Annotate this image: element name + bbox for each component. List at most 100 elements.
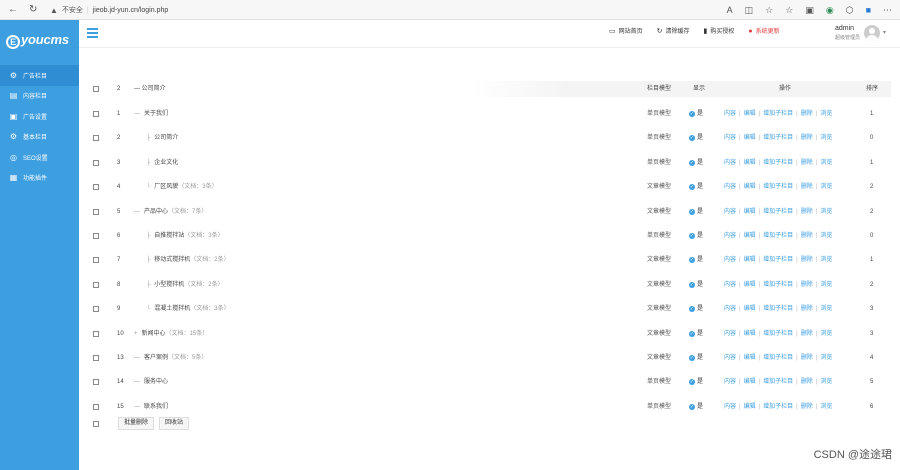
row-name[interactable]: └ 厂区风貌（文档：3条） — [146, 181, 218, 193]
show-toggle[interactable]: ✓ 是 — [689, 254, 703, 266]
action-link-4[interactable]: 浏览 — [820, 331, 832, 337]
action-link-1[interactable]: 编辑 — [744, 160, 756, 166]
row-name[interactable]: — 服务中心 — [134, 376, 168, 388]
row-name[interactable]: — 产品中心（文档：7条） — [134, 206, 207, 218]
action-link-1[interactable]: 编辑 — [744, 282, 756, 288]
row-name[interactable]: ├ 公司简介 — [146, 132, 178, 144]
row-checkbox[interactable] — [93, 403, 99, 410]
browser-extension-icon[interactable]: ⬡ — [846, 3, 854, 17]
row-checkbox[interactable] — [93, 184, 99, 191]
row-name[interactable]: — 联系我们 — [134, 401, 168, 413]
profile-icon[interactable]: ■ — [866, 3, 871, 17]
action-link-1[interactable]: 编辑 — [744, 233, 756, 239]
action-link-2[interactable]: 增加子栏目 — [763, 135, 793, 141]
action-link-4[interactable]: 浏览 — [820, 282, 832, 288]
action-link-3[interactable]: 删除 — [801, 209, 813, 215]
split-screen-icon[interactable]: ◫ — [745, 3, 754, 17]
action-link-1[interactable]: 编辑 — [744, 135, 756, 141]
action-link-4[interactable]: 浏览 — [820, 404, 832, 410]
row-checkbox[interactable] — [93, 330, 99, 337]
action-link-0[interactable]: 内容 — [724, 404, 736, 410]
action-link-0[interactable]: 内容 — [724, 135, 736, 141]
show-toggle[interactable]: ✓ 是 — [689, 132, 703, 144]
action-link-0[interactable]: 内容 — [724, 331, 736, 337]
row-checkbox[interactable] — [93, 281, 99, 288]
action-link-3[interactable]: 删除 — [801, 184, 813, 190]
action-link-3[interactable]: 删除 — [801, 379, 813, 385]
action-link-3[interactable]: 删除 — [801, 355, 813, 361]
action-link-1[interactable]: 编辑 — [744, 209, 756, 215]
action-link-2[interactable]: 增加子栏目 — [763, 111, 793, 117]
row-name[interactable]: ├ 自推搅拌站（文档：3条） — [146, 230, 224, 242]
show-toggle[interactable]: ✓ 是 — [689, 230, 703, 242]
action-link-0[interactable]: 内容 — [724, 355, 736, 361]
chevron-down-icon[interactable]: ▾ — [883, 29, 886, 36]
sidebar-item-5[interactable]: ▦ 功能插件 — [0, 168, 79, 189]
avatar[interactable] — [864, 25, 880, 41]
extension-icon[interactable]: ◉ — [826, 3, 834, 17]
action-link-0[interactable]: 内容 — [724, 184, 736, 190]
action-link-4[interactable]: 浏览 — [820, 355, 832, 361]
read-aloud-icon[interactable]: A — [727, 3, 733, 17]
row-name[interactable]: ├ 企业文化 — [146, 157, 178, 169]
star-icon[interactable]: ☆ — [765, 3, 773, 17]
show-toggle[interactable]: ✓ 是 — [689, 401, 703, 413]
sidebar-item-4[interactable]: ◎ SEO设置 — [0, 147, 79, 168]
row-checkbox[interactable] — [93, 257, 99, 264]
show-toggle[interactable]: ✓ 是 — [689, 303, 703, 315]
show-toggle[interactable]: ✓ 是 — [689, 328, 703, 340]
action-link-4[interactable]: 浏览 — [820, 135, 832, 141]
show-toggle[interactable]: ✓ 是 — [689, 181, 703, 193]
action-link-3[interactable]: 删除 — [801, 306, 813, 312]
show-toggle[interactable]: ✓ 是 — [689, 279, 703, 291]
action-link-2[interactable]: 增加子栏目 — [763, 306, 793, 312]
action-link-4[interactable]: 浏览 — [820, 209, 832, 215]
address-bar[interactable]: ▲ 不安全 | jieob.jd-yun.cn/login.php — [50, 3, 700, 17]
reload-icon[interactable]: ↻ — [29, 4, 37, 16]
row-name[interactable]: ├ 小型搅拌机（文档：2条） — [146, 279, 224, 291]
show-toggle[interactable]: ✓ 是 — [689, 108, 703, 120]
action-link-1[interactable]: 编辑 — [744, 404, 756, 410]
action-link-1[interactable]: 编辑 — [744, 331, 756, 337]
topnav-item-3[interactable]: ● 系统更新 — [748, 27, 779, 37]
action-link-2[interactable]: 增加子栏目 — [763, 282, 793, 288]
action-link-1[interactable]: 编辑 — [744, 355, 756, 361]
action-link-3[interactable]: 删除 — [801, 135, 813, 141]
action-link-2[interactable]: 增加子栏目 — [763, 331, 793, 337]
action-link-0[interactable]: 内容 — [724, 379, 736, 385]
action-link-3[interactable]: 删除 — [801, 331, 813, 337]
topnav-item-0[interactable]: ▭ 网站首页 — [609, 27, 643, 37]
action-link-0[interactable]: 内容 — [724, 257, 736, 263]
menu-toggle-icon[interactable] — [87, 28, 98, 38]
more-icon[interactable]: ⋯ — [883, 3, 892, 17]
action-link-3[interactable]: 删除 — [801, 111, 813, 117]
sidebar-item-1[interactable]: ▤ 内容栏目 — [0, 86, 79, 107]
show-toggle[interactable]: ✓ 是 — [689, 157, 703, 169]
select-all-bottom-checkbox[interactable] — [93, 420, 99, 427]
action-link-3[interactable]: 删除 — [801, 404, 813, 410]
batch-delete-button[interactable]: 批量删除 — [118, 417, 155, 430]
row-checkbox[interactable] — [93, 208, 99, 215]
row-name[interactable]: └ 混凝土搅拌机（文档：3条） — [146, 303, 230, 315]
action-link-1[interactable]: 编辑 — [744, 184, 756, 190]
sidebar-item-0[interactable]: ⚙ 广告栏目 — [0, 65, 79, 86]
action-link-2[interactable]: 增加子栏目 — [763, 379, 793, 385]
action-link-4[interactable]: 浏览 — [820, 257, 832, 263]
action-link-4[interactable]: 浏览 — [820, 160, 832, 166]
show-toggle[interactable]: ✓ 是 — [689, 352, 703, 364]
action-link-2[interactable]: 增加子栏目 — [763, 233, 793, 239]
action-link-4[interactable]: 浏览 — [820, 306, 832, 312]
row-name[interactable]: — 客户案例（文档：5条） — [134, 352, 207, 364]
action-link-3[interactable]: 删除 — [801, 160, 813, 166]
action-link-4[interactable]: 浏览 — [820, 184, 832, 190]
logo[interactable]: Eyoucms — [6, 32, 69, 49]
action-link-4[interactable]: 浏览 — [820, 111, 832, 117]
action-link-2[interactable]: 增加子栏目 — [763, 404, 793, 410]
action-link-0[interactable]: 内容 — [724, 209, 736, 215]
action-link-0[interactable]: 内容 — [724, 306, 736, 312]
row-checkbox[interactable] — [93, 355, 99, 361]
row-name[interactable]: ├ 移动式搅拌机（文档：2条） — [146, 254, 230, 266]
action-link-1[interactable]: 编辑 — [744, 111, 756, 117]
select-all-checkbox[interactable] — [93, 86, 99, 92]
action-link-2[interactable]: 增加子栏目 — [763, 257, 793, 263]
